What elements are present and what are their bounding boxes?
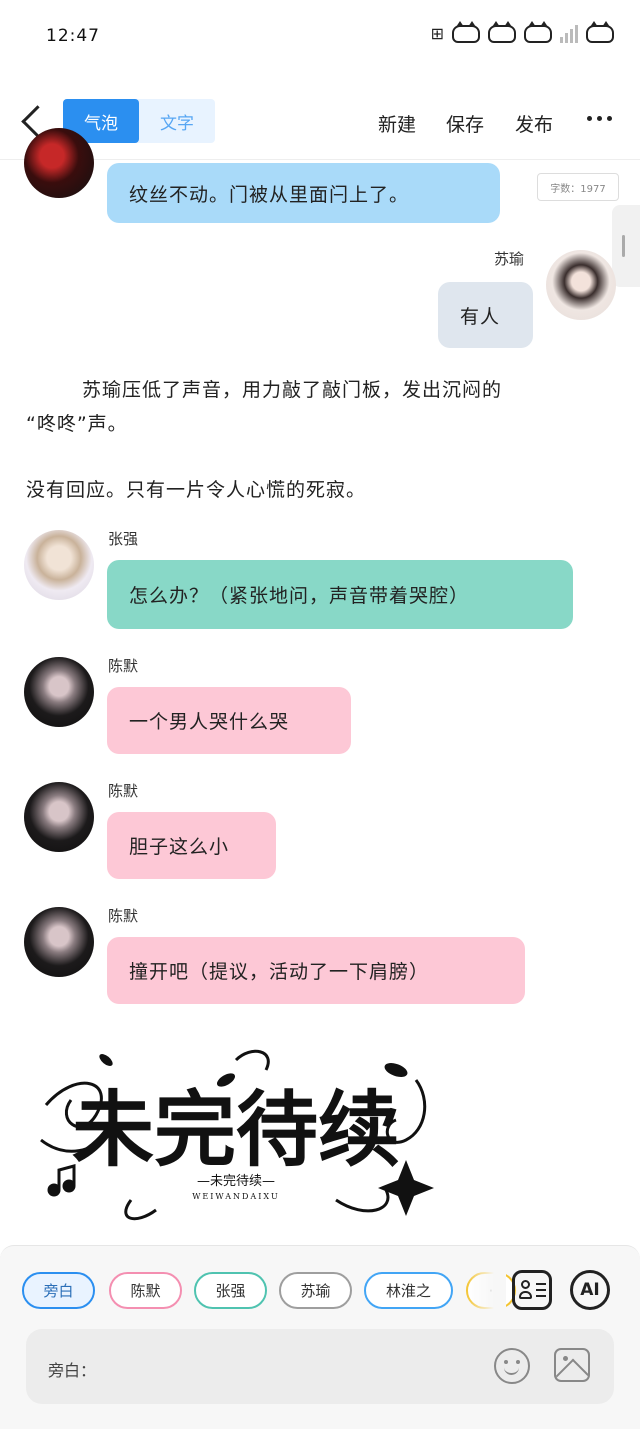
logo-subtitle: —未完待续— xyxy=(197,1174,275,1189)
new-button[interactable]: 新建 xyxy=(378,110,416,137)
status-icons: ⊞ xyxy=(430,20,614,43)
signal-icon xyxy=(560,24,578,43)
to-be-continued-logo[interactable]: 未完待续 —未完待续— WEIWANDAIXU xyxy=(36,1040,436,1230)
message-bubble[interactable]: 怎么办？（紧张地问，声音带着哭腔） xyxy=(107,560,573,629)
avatar[interactable] xyxy=(24,128,94,198)
character-card-icon[interactable] xyxy=(512,1270,552,1310)
logo-title: 未完待续 xyxy=(72,1082,400,1178)
narration-text[interactable]: “咚咚”声。 xyxy=(26,407,128,441)
input-role-label: 旁白： xyxy=(48,1361,97,1380)
message-bubble[interactable]: 胆子这么小 xyxy=(107,812,276,879)
narration-text[interactable]: 苏瑜压低了声音，用力敲了敲门板，发出沉闷的 xyxy=(26,373,502,407)
more-icon[interactable] xyxy=(587,116,612,121)
message-bubble[interactable]: 一个男人哭什么哭 xyxy=(107,687,351,754)
avatar[interactable] xyxy=(546,250,616,320)
narration-text[interactable]: 没有回应。只有一片令人心慌的死寂。 xyxy=(26,473,366,507)
mode-toggle: 气泡 文字 xyxy=(63,99,215,143)
cat-icon xyxy=(524,20,552,43)
ai-button[interactable]: AI xyxy=(570,1270,610,1310)
role-chip-narrator[interactable]: 旁白 xyxy=(22,1272,95,1309)
status-time: 12:47 xyxy=(46,26,100,46)
input-box: 旁白： xyxy=(26,1329,614,1404)
avatar[interactable] xyxy=(24,782,94,852)
role-chip-zhangqiang[interactable]: 张强 xyxy=(194,1272,267,1309)
top-nav: 气泡 文字 新建 保存 发布 xyxy=(0,88,640,160)
logo-pinyin: WEIWANDAIXU xyxy=(192,1192,280,1201)
message-bubble[interactable]: 纹丝不动。门被从里面闩上了。 xyxy=(107,163,500,223)
chips-fade xyxy=(466,1268,506,1314)
speaker-name: 张强 xyxy=(108,530,139,548)
message-bubble[interactable]: 撞开吧（提议，活动了一下肩膀） xyxy=(107,937,525,1004)
cat-icon xyxy=(452,20,480,43)
tab-text[interactable]: 文字 xyxy=(139,99,215,143)
role-chip-chenmo[interactable]: 陈默 xyxy=(109,1272,182,1309)
status-bar: 12:47 ⊞ xyxy=(0,0,640,70)
speaker-name: 陈默 xyxy=(108,657,139,675)
publish-button[interactable]: 发布 xyxy=(515,110,553,137)
cat-icon xyxy=(488,20,516,43)
scroll-handle[interactable] xyxy=(612,205,640,287)
avatar[interactable] xyxy=(24,907,94,977)
avatar[interactable] xyxy=(24,530,94,600)
speaker-name: 陈默 xyxy=(108,907,139,925)
role-chip-suyu[interactable]: 苏瑜 xyxy=(279,1272,352,1309)
battery-cat-icon xyxy=(586,20,614,43)
role-chip-linhuaizhi[interactable]: 林淮之 xyxy=(364,1272,453,1309)
speaker-name: 苏瑜 xyxy=(494,250,525,268)
emoji-icon[interactable] xyxy=(494,1348,530,1384)
message-bubble[interactable]: 有人 xyxy=(438,282,533,348)
save-button[interactable]: 保存 xyxy=(446,110,484,137)
image-icon[interactable] xyxy=(554,1348,590,1382)
avatar[interactable] xyxy=(24,657,94,727)
bottom-panel: 旁白 陈默 张强 苏瑜 林淮之 · AI 旁白： xyxy=(0,1245,640,1429)
message-input[interactable] xyxy=(106,1349,486,1385)
speaker-name: 陈默 xyxy=(108,782,139,800)
word-count-badge: 字数：1977 xyxy=(537,173,619,201)
app-icon: ⊞ xyxy=(430,24,444,43)
